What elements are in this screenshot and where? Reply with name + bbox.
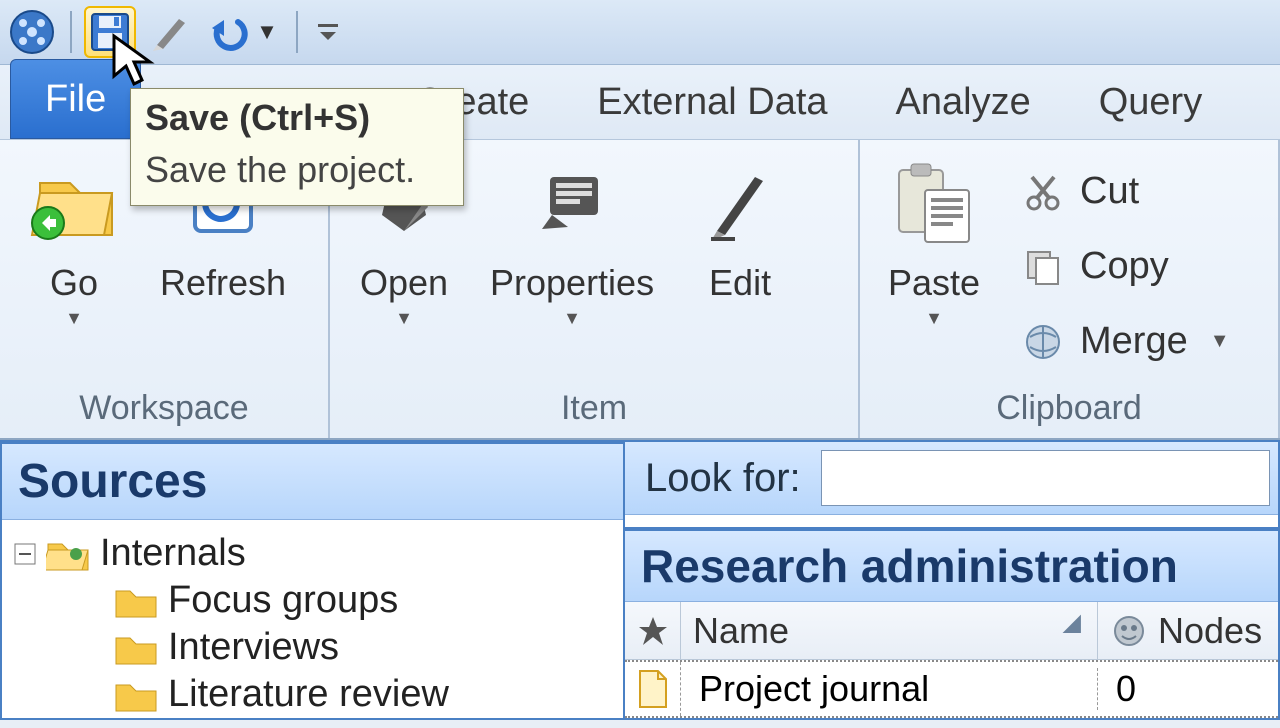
properties-icon bbox=[532, 169, 612, 239]
qat-divider bbox=[70, 11, 72, 53]
tab-analyze[interactable]: Analyze bbox=[862, 71, 1065, 134]
paste-dropdown-icon[interactable]: ▼ bbox=[925, 308, 943, 329]
paste-label: Paste bbox=[888, 262, 980, 304]
internals-label: Internals bbox=[100, 532, 246, 575]
open-dropdown-icon[interactable]: ▼ bbox=[395, 308, 413, 329]
nvivo-orb-icon bbox=[9, 9, 55, 55]
items-table: Name ◢ Nodes Project journal 0 bbox=[625, 602, 1278, 718]
clipboard-group-label: Clipboard bbox=[864, 385, 1274, 434]
lookfor-bar: Look for: bbox=[625, 442, 1278, 515]
open-label: Open bbox=[360, 262, 448, 304]
main-pane: Look for: Research administration Name ◢… bbox=[625, 440, 1280, 720]
tree-node-internals[interactable]: Internals bbox=[14, 530, 611, 577]
tree-node-literature-review[interactable]: Literature review bbox=[114, 671, 611, 718]
nodes-header-icon bbox=[1110, 612, 1148, 650]
item-group-label: Item bbox=[334, 385, 854, 434]
undo-dropdown-icon[interactable]: ▼ bbox=[256, 19, 278, 45]
cut-button[interactable]: Cut bbox=[1014, 165, 1236, 219]
undo-icon bbox=[210, 12, 250, 52]
tab-query[interactable]: Query bbox=[1065, 71, 1236, 134]
go-button[interactable]: Go ▼ bbox=[4, 148, 144, 385]
document-icon bbox=[636, 669, 670, 709]
edit-label: Edit bbox=[709, 262, 771, 304]
folder-icon bbox=[114, 583, 158, 619]
table-header: Name ◢ Nodes bbox=[625, 602, 1278, 660]
merge-button[interactable]: Merge ▼ bbox=[1014, 315, 1236, 369]
copy-button[interactable]: Copy bbox=[1014, 240, 1236, 294]
interviews-label: Interviews bbox=[168, 626, 339, 669]
merge-globe-icon bbox=[1020, 319, 1066, 365]
properties-dropdown-icon[interactable]: ▼ bbox=[563, 308, 581, 329]
name-column-header[interactable]: Name ◢ bbox=[681, 602, 1098, 659]
row-nodes-cell: 0 bbox=[1098, 668, 1278, 710]
edit-button[interactable]: Edit bbox=[670, 148, 810, 385]
literature-review-label: Literature review bbox=[168, 673, 449, 716]
chevron-bar-icon bbox=[316, 20, 340, 44]
folder-icon bbox=[114, 630, 158, 666]
undo-button[interactable]: ▼ bbox=[204, 6, 284, 58]
ribbon-group-clipboard: Paste ▼ Cut Copy bbox=[860, 140, 1280, 438]
lower-panes: Sources Internals Focus groups Interview… bbox=[0, 440, 1280, 720]
tree-node-focus-groups[interactable]: Focus groups bbox=[114, 577, 611, 624]
folder-open-icon bbox=[46, 536, 90, 572]
refresh-label: Refresh bbox=[160, 262, 286, 304]
go-label: Go bbox=[50, 262, 98, 304]
content-title: Research administration bbox=[625, 527, 1278, 602]
mouse-cursor-icon bbox=[110, 32, 158, 88]
paste-button[interactable]: Paste ▼ bbox=[864, 148, 1004, 385]
tab-external-data[interactable]: External Data bbox=[563, 71, 861, 134]
folder-icon bbox=[114, 677, 158, 713]
row-name-cell: Project journal bbox=[681, 668, 1098, 710]
properties-label: Properties bbox=[490, 262, 654, 304]
merge-label: Merge bbox=[1080, 320, 1188, 363]
nodes-column-header[interactable]: Nodes bbox=[1098, 610, 1278, 652]
tree-node-interviews[interactable]: Interviews bbox=[114, 624, 611, 671]
collapse-icon[interactable] bbox=[14, 543, 36, 565]
workspace-group-label: Workspace bbox=[4, 385, 324, 434]
copy-icon bbox=[1020, 244, 1066, 290]
go-dropdown-icon[interactable]: ▼ bbox=[65, 308, 83, 329]
name-header-label: Name bbox=[693, 610, 789, 652]
sort-asc-icon: ◢ bbox=[1063, 608, 1081, 637]
app-menu-button[interactable] bbox=[6, 6, 58, 58]
row-icon-cell bbox=[625, 662, 681, 716]
tooltip-body: Save the project. bbox=[145, 149, 449, 191]
nav-tree: Internals Focus groups Interviews Litera… bbox=[2, 520, 623, 728]
properties-button[interactable]: Properties ▼ bbox=[474, 148, 670, 385]
lookfor-input[interactable] bbox=[821, 450, 1270, 506]
star-header-icon bbox=[635, 613, 671, 649]
edit-pencil-icon bbox=[705, 165, 775, 243]
merge-dropdown-icon[interactable]: ▼ bbox=[1210, 330, 1230, 353]
folder-go-icon bbox=[28, 165, 120, 243]
quick-access-toolbar: ▼ bbox=[0, 0, 1280, 65]
scissors-icon bbox=[1020, 169, 1066, 215]
save-tooltip: Save (Ctrl+S) Save the project. bbox=[130, 88, 464, 206]
lookfor-label: Look for: bbox=[625, 456, 821, 501]
paste-icon bbox=[889, 160, 979, 248]
tooltip-title: Save (Ctrl+S) bbox=[145, 97, 449, 139]
table-row[interactable]: Project journal 0 bbox=[625, 660, 1278, 718]
focus-groups-label: Focus groups bbox=[168, 579, 398, 622]
customize-qat-button[interactable] bbox=[310, 6, 346, 58]
cut-label: Cut bbox=[1080, 170, 1139, 213]
select-all-column-header[interactable] bbox=[625, 602, 681, 659]
nodes-header-label: Nodes bbox=[1158, 610, 1262, 652]
qat-divider-2 bbox=[296, 11, 298, 53]
navigation-pane: Sources Internals Focus groups Interview… bbox=[0, 440, 625, 720]
copy-label: Copy bbox=[1080, 245, 1169, 288]
nav-title: Sources bbox=[2, 444, 623, 520]
